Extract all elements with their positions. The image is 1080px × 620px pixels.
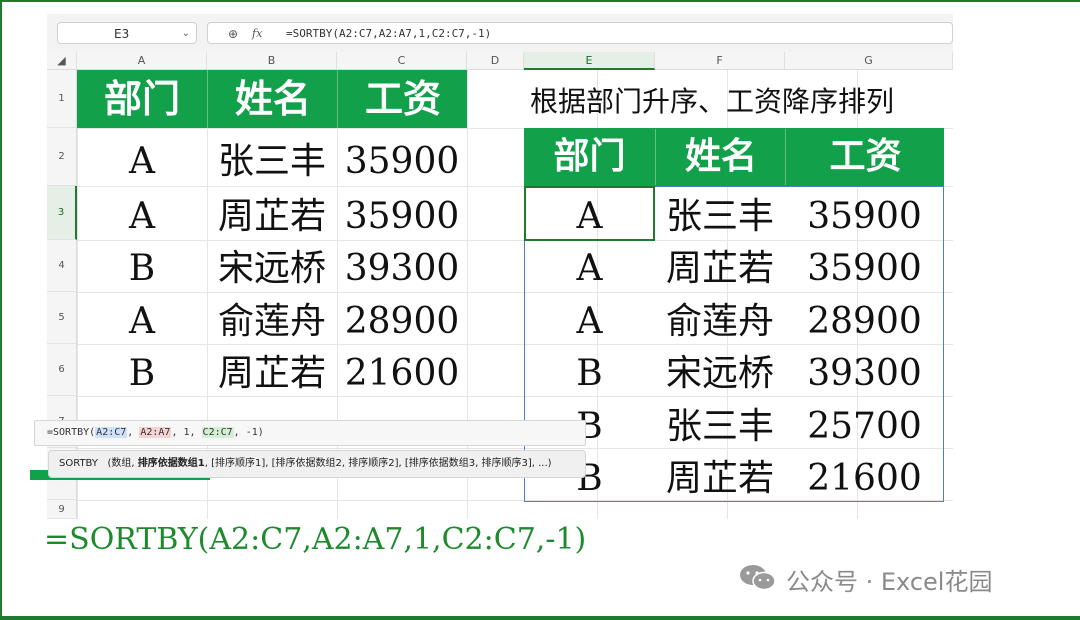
tooltip-arg-range2[interactable]: A2:A7	[139, 427, 172, 438]
column-header-a[interactable]: A	[77, 52, 207, 70]
formula-edit-tooltip[interactable]: =SORTBY(A2:C7, A2:A7, 1, C2:C7, -1)	[34, 420, 586, 446]
column-header-d[interactable]: D	[467, 52, 524, 70]
result-header-salary[interactable]: 工资	[785, 129, 945, 185]
result-header-dept[interactable]: 部门	[524, 129, 655, 185]
result-cell[interactable]: 35900	[785, 191, 944, 243]
tooltip-suffix: , -1)	[233, 427, 264, 438]
tooltip-sep: ,	[127, 427, 140, 438]
row-header-6[interactable]: 6	[47, 344, 77, 396]
fx-icon[interactable]: fx	[252, 23, 262, 45]
row-header-9[interactable]: 9	[47, 500, 77, 519]
source-cell[interactable]: B	[77, 243, 207, 295]
source-header-dept[interactable]: 部门	[77, 70, 207, 128]
result-cell[interactable]: 21600	[785, 453, 944, 505]
chevron-down-icon[interactable]: ⌄	[182, 23, 190, 45]
source-cell[interactable]: 俞莲舟	[207, 296, 337, 348]
source-cell[interactable]: A	[77, 296, 207, 348]
frame-top-border	[0, 0, 1080, 2]
result-cell[interactable]: 28900	[785, 296, 944, 348]
row-header-2[interactable]: 2	[47, 128, 77, 186]
result-cell[interactable]: A	[524, 243, 655, 295]
source-cell[interactable]: A	[77, 191, 207, 243]
tooltip-prefix: =SORTBY(	[47, 427, 96, 438]
source-cell[interactable]: 35900	[337, 191, 467, 243]
formula-caption: =SORTBY(A2:C7,A2:A7,1,C2:C7,-1)	[44, 522, 587, 557]
column-header-e[interactable]: E	[524, 52, 655, 70]
result-cell[interactable]: A	[524, 296, 655, 348]
source-header-salary[interactable]: 工资	[337, 70, 468, 128]
zoom-icon[interactable]: ⊕	[228, 23, 238, 45]
name-box[interactable]: E3 ⌄	[57, 22, 197, 44]
source-cell[interactable]: B	[77, 348, 207, 400]
frame-left-border	[0, 0, 2, 620]
source-cell[interactable]: 35900	[337, 136, 467, 188]
source-header-name[interactable]: 姓名	[207, 70, 338, 128]
wechat-icon	[740, 565, 776, 591]
result-cell[interactable]: A	[524, 191, 655, 243]
name-box-value: E3	[114, 27, 130, 41]
row-header-4[interactable]: 4	[47, 240, 77, 292]
column-header-c[interactable]: C	[337, 52, 467, 70]
select-all-corner[interactable]: ◢	[47, 52, 77, 70]
source-cell[interactable]: 39300	[337, 243, 467, 295]
tooltip-arg-range1[interactable]: A2:C7	[95, 427, 128, 438]
result-cell[interactable]: 周芷若	[655, 243, 785, 295]
result-header-name[interactable]: 姓名	[655, 129, 786, 185]
result-title[interactable]: 根据部门升序、工资降序排列	[530, 80, 894, 120]
result-cell[interactable]: 39300	[785, 348, 944, 400]
row-header-5[interactable]: 5	[47, 292, 77, 344]
result-cell[interactable]: 宋远桥	[655, 348, 785, 400]
column-header-f[interactable]: F	[655, 52, 785, 70]
result-cell[interactable]: 张三丰	[655, 191, 785, 243]
frame-bottom-border	[0, 616, 1080, 620]
result-cell[interactable]: 俞莲舟	[655, 296, 785, 348]
row-header-1[interactable]: 1	[47, 70, 77, 128]
tooltip-arg-range3[interactable]: C2:C7	[201, 427, 234, 438]
source-cell[interactable]: 周芷若	[207, 191, 337, 243]
source-cell[interactable]: 张三丰	[207, 136, 337, 188]
source-cell[interactable]: 28900	[337, 296, 467, 348]
watermark-text: 公众号 · Excel花园	[786, 568, 993, 596]
row-header-3[interactable]: 3	[47, 186, 77, 240]
result-cell[interactable]: 35900	[785, 243, 944, 295]
source-cell[interactable]: A	[77, 136, 207, 188]
signature-current-param: 排序依据数组1	[137, 458, 205, 469]
result-cell[interactable]: B	[524, 348, 655, 400]
result-cell[interactable]: 周芷若	[655, 453, 785, 505]
signature-fn-name[interactable]: SORTBY	[59, 458, 98, 469]
function-signature-tooltip[interactable]: SORTBY (数组, 排序依据数组1, [排序顺序1], [排序依据数组2, …	[48, 450, 586, 478]
signature-params: (数组,	[107, 458, 138, 469]
source-cell[interactable]: 宋远桥	[207, 243, 337, 295]
source-cell[interactable]: 周芷若	[207, 348, 337, 400]
column-header-b[interactable]: B	[207, 52, 337, 70]
result-cell[interactable]: 25700	[785, 401, 944, 453]
result-cell[interactable]: 张三丰	[655, 401, 785, 453]
formula-bar[interactable]: ⊕ fx =SORTBY(A2:C7,A2:A7,1,C2:C7,-1)	[207, 22, 953, 44]
source-cell[interactable]: 21600	[337, 348, 467, 400]
tooltip-mid: , 1,	[171, 427, 202, 438]
signature-rest: , [排序顺序1], [排序依据数组2, 排序顺序2], [排序依据数组3, 排…	[204, 458, 552, 469]
formula-text[interactable]: =SORTBY(A2:C7,A2:A7,1,C2:C7,-1)	[286, 23, 491, 45]
formula-toolbar: E3 ⌄ ⊕ fx =SORTBY(A2:C7,A2:A7,1,C2:C7,-1…	[47, 14, 953, 53]
column-header-g[interactable]: G	[785, 52, 953, 70]
